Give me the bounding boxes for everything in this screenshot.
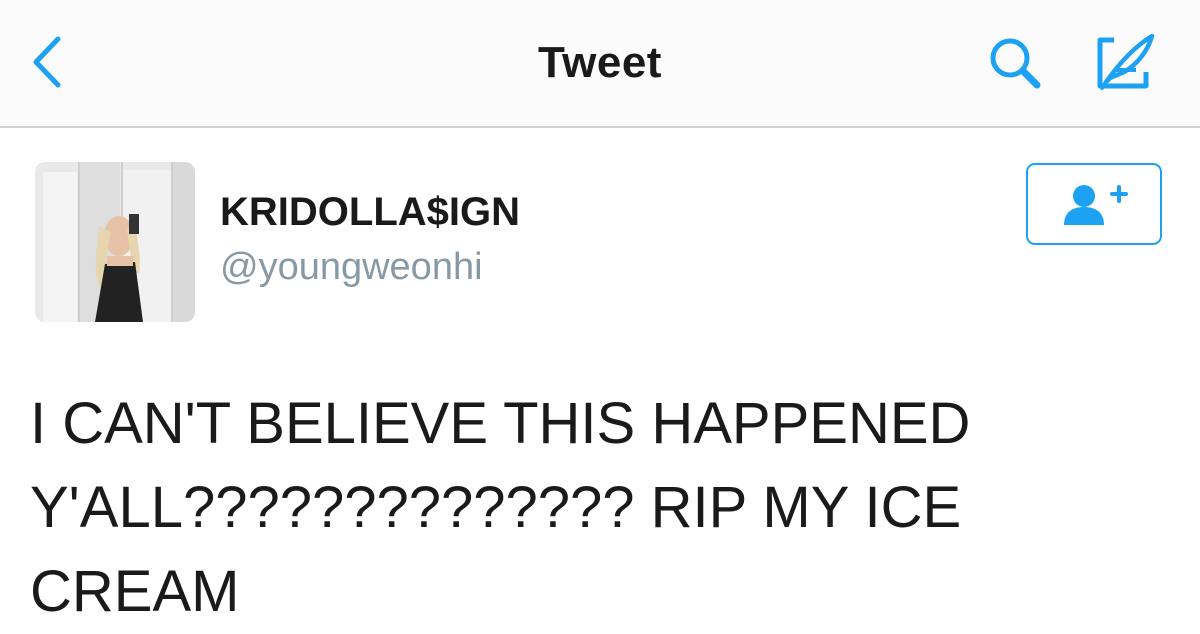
follow-user-icon — [1064, 185, 1128, 225]
avatar-photo — [35, 162, 195, 322]
author-handle[interactable]: @youngweonhi — [220, 246, 483, 289]
tweet-text: I CAN'T BELIEVE THIS HAPPENED Y'ALL?????… — [30, 391, 971, 624]
search-button[interactable] — [982, 30, 1052, 100]
top-navigation-bar: Tweet — [0, 0, 1200, 128]
follow-button[interactable] — [1026, 163, 1162, 245]
compose-icon — [1097, 33, 1155, 90]
compose-tweet-button[interactable] — [1088, 30, 1160, 100]
search-icon — [990, 38, 1041, 89]
author-avatar[interactable] — [35, 162, 195, 322]
author-display-name[interactable]: KRIDOLLA$IGN — [220, 190, 520, 235]
